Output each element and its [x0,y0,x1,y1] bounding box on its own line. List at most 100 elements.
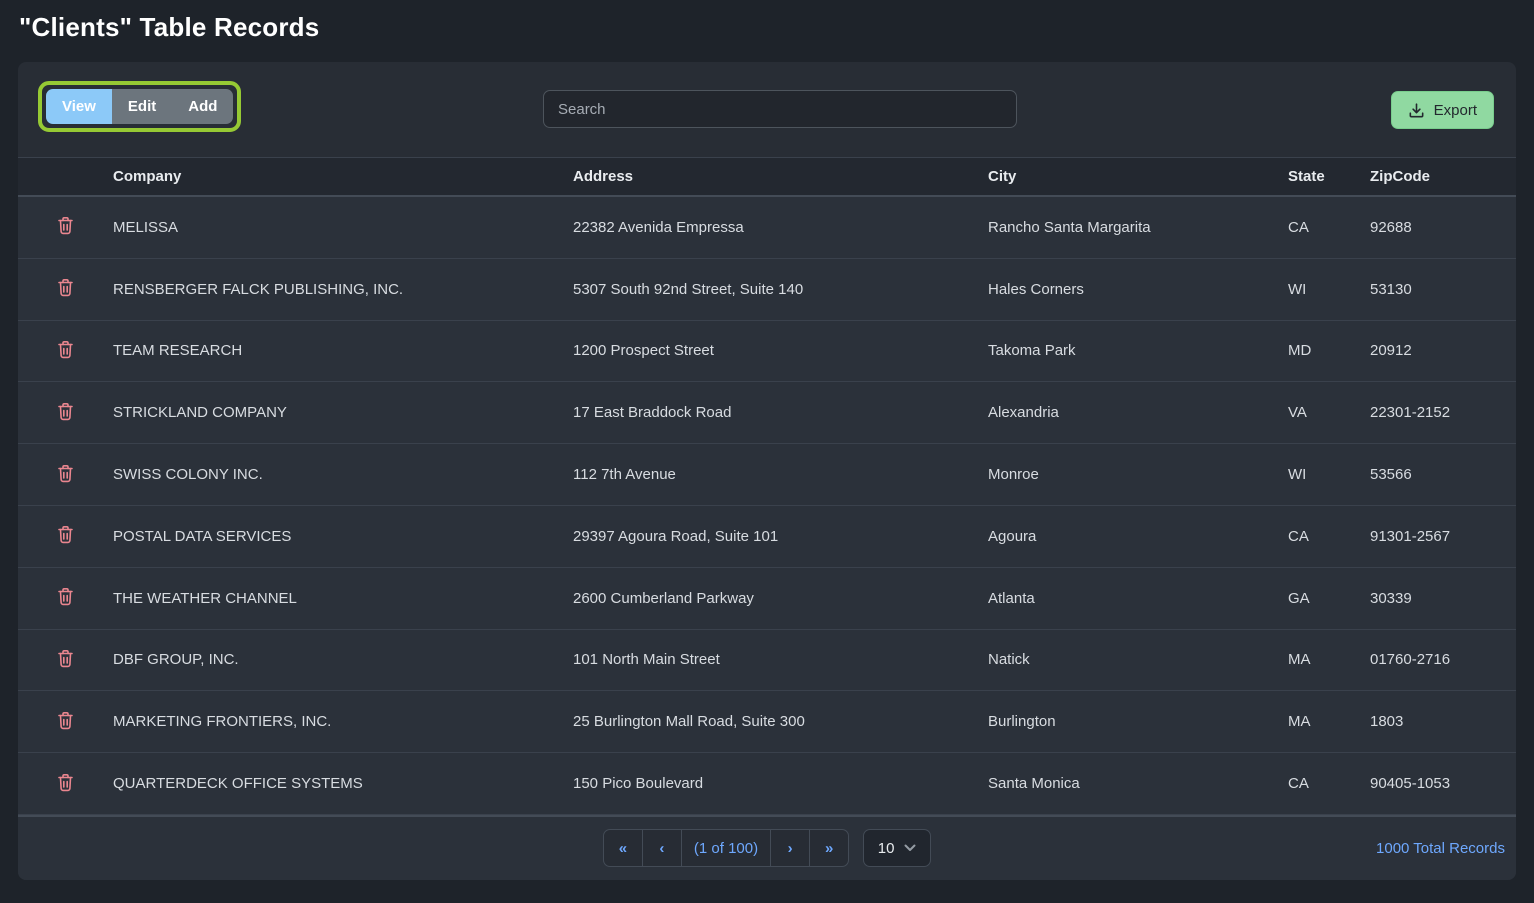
company-cell: RENSBERGER FALCK PUBLISHING, INC. [113,281,573,298]
add-button[interactable]: Add [172,89,233,124]
city-cell: Monroe [988,466,1288,483]
zipcode-cell: 30339 [1370,590,1516,607]
company-cell: THE WEATHER CHANNEL [113,590,573,607]
city-cell: Natick [988,651,1288,668]
table-row: MARKETING FRONTIERS, INC. 25 Burlington … [18,691,1516,753]
city-cell: Alexandria [988,404,1288,421]
trash-icon [57,278,74,300]
city-cell: Takoma Park [988,342,1288,359]
table-row: MELISSA 22382 Avenida Empressa Rancho Sa… [18,197,1516,259]
address-cell: 29397 Agoura Road, Suite 101 [573,528,988,545]
column-header-address: Address [573,168,988,185]
trash-icon [57,464,74,486]
toolbar: View Edit Add Export [18,62,1516,157]
column-header-company: Company [113,168,573,185]
export-button[interactable]: Export [1391,91,1494,129]
delete-row-button[interactable] [53,645,78,675]
table-row: SWISS COLONY INC. 112 7th Avenue Monroe … [18,444,1516,506]
trash-icon [57,340,74,362]
zipcode-cell: 22301-2152 [1370,404,1516,421]
records-card: View Edit Add Export Company Address Cit… [18,62,1516,880]
zipcode-cell: 90405-1053 [1370,775,1516,792]
zipcode-cell: 20912 [1370,342,1516,359]
delete-row-button[interactable] [53,398,78,428]
state-cell: CA [1288,775,1370,792]
city-cell: Burlington [988,713,1288,730]
address-cell: 5307 South 92nd Street, Suite 140 [573,281,988,298]
mode-button-group-highlight: View Edit Add [38,81,241,132]
address-cell: 25 Burlington Mall Road, Suite 300 [573,713,988,730]
city-cell: Hales Corners [988,281,1288,298]
state-cell: CA [1288,219,1370,236]
table-row: TEAM RESEARCH 1200 Prospect Street Takom… [18,321,1516,383]
address-cell: 2600 Cumberland Parkway [573,590,988,607]
zipcode-cell: 1803 [1370,713,1516,730]
city-cell: Agoura [988,528,1288,545]
zipcode-cell: 53130 [1370,281,1516,298]
company-cell: QUARTERDECK OFFICE SYSTEMS [113,775,573,792]
first-page-button[interactable]: « [603,829,643,867]
delete-row-button[interactable] [53,521,78,551]
column-header-city: City [988,168,1288,185]
delete-row-button[interactable] [53,212,78,242]
company-cell: SWISS COLONY INC. [113,466,573,483]
search-input[interactable] [543,90,1017,128]
state-cell: CA [1288,528,1370,545]
edit-button[interactable]: Edit [112,89,172,124]
last-page-button[interactable]: » [809,829,849,867]
state-cell: GA [1288,590,1370,607]
trash-icon [57,216,74,238]
zipcode-cell: 91301-2567 [1370,528,1516,545]
company-cell: MARKETING FRONTIERS, INC. [113,713,573,730]
table-header-row: Company Address City State ZipCode [18,157,1516,197]
company-cell: STRICKLAND COMPANY [113,404,573,421]
city-cell: Rancho Santa Margarita [988,219,1288,236]
zipcode-cell: 92688 [1370,219,1516,236]
delete-row-button[interactable] [53,769,78,799]
delete-row-button[interactable] [53,460,78,490]
city-cell: Atlanta [988,590,1288,607]
page-indicator: (1 of 100) [681,829,771,867]
trash-icon [57,402,74,424]
delete-row-button[interactable] [53,274,78,304]
prev-page-button[interactable]: ‹ [642,829,682,867]
zipcode-cell: 01760-2716 [1370,651,1516,668]
state-cell: MA [1288,713,1370,730]
table-row: THE WEATHER CHANNEL 2600 Cumberland Park… [18,568,1516,630]
delete-row-button[interactable] [53,336,78,366]
company-cell: DBF GROUP, INC. [113,651,573,668]
chevron-down-icon [904,844,916,852]
state-cell: WI [1288,466,1370,483]
trash-icon [57,711,74,733]
page-size-value: 10 [878,840,895,857]
address-cell: 112 7th Avenue [573,466,988,483]
export-label: Export [1434,102,1477,119]
state-cell: MA [1288,651,1370,668]
table-row: STRICKLAND COMPANY 17 East Braddock Road… [18,382,1516,444]
view-button[interactable]: View [46,89,112,124]
next-page-button[interactable]: › [770,829,810,867]
address-cell: 1200 Prospect Street [573,342,988,359]
table-row: QUARTERDECK OFFICE SYSTEMS 150 Pico Boul… [18,753,1516,815]
state-cell: VA [1288,404,1370,421]
state-cell: WI [1288,281,1370,298]
column-header-zipcode: ZipCode [1370,168,1516,185]
total-records[interactable]: 1000 Total Records [1376,840,1505,857]
company-cell: MELISSA [113,219,573,236]
page-size-select[interactable]: 10 [863,829,931,867]
delete-row-button[interactable] [53,707,78,737]
table-row: DBF GROUP, INC. 101 North Main Street Na… [18,630,1516,692]
state-cell: MD [1288,342,1370,359]
table-row: POSTAL DATA SERVICES 29397 Agoura Road, … [18,506,1516,568]
address-cell: 101 North Main Street [573,651,988,668]
delete-row-button[interactable] [53,583,78,613]
company-cell: POSTAL DATA SERVICES [113,528,573,545]
download-icon [1408,102,1425,119]
trash-icon [57,649,74,671]
table-row: RENSBERGER FALCK PUBLISHING, INC. 5307 S… [18,259,1516,321]
address-cell: 17 East Braddock Road [573,404,988,421]
mode-button-group: View Edit Add [46,89,233,124]
table-footer: « ‹ (1 of 100) › » 10 1000 Total Records [18,815,1516,880]
address-cell: 150 Pico Boulevard [573,775,988,792]
page-title: "Clients" Table Records [19,12,319,43]
